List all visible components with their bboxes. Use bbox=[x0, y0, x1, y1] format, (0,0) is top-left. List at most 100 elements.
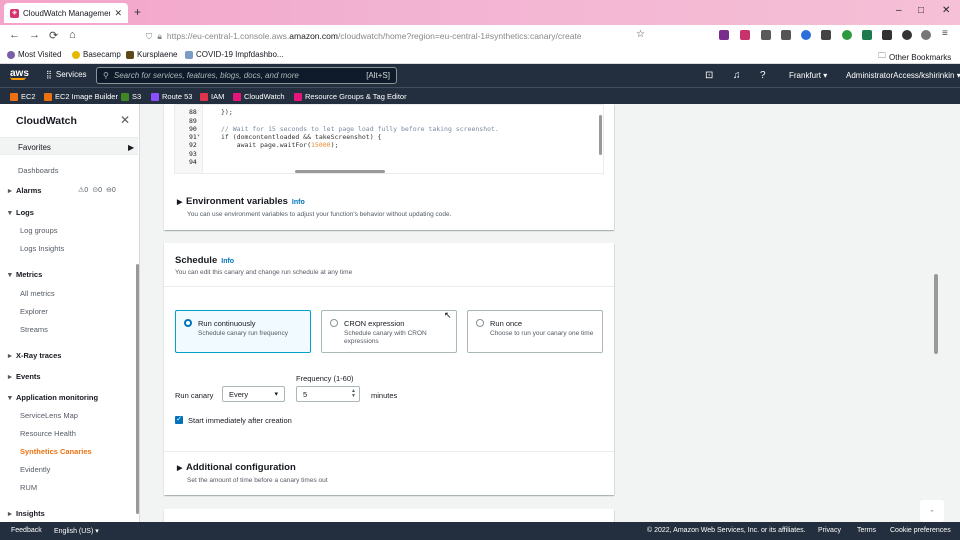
aws-search-input[interactable]: ⚲ Search for services, features, blogs, … bbox=[96, 67, 397, 84]
sidebar-item-all-metrics[interactable]: All metrics bbox=[20, 289, 55, 298]
option-run-once[interactable]: Run once Choose to run your canary one t… bbox=[467, 310, 603, 353]
reload-icon[interactable]: ⟳ bbox=[49, 29, 58, 42]
frequency-label: Frequency (1-60) bbox=[296, 374, 354, 383]
url-text: https://eu-central-1.console.aws.amazon.… bbox=[166, 31, 582, 41]
close-icon[interactable]: ✕ bbox=[120, 113, 130, 127]
close-tab-icon[interactable]: ✕ bbox=[114, 8, 122, 19]
region-selector[interactable]: Frankfurt ▾ bbox=[789, 71, 827, 80]
sidebar-item-logs-insights[interactable]: Logs Insights bbox=[20, 244, 64, 253]
sidebar-item-streams[interactable]: Streams bbox=[20, 325, 48, 334]
extension-icon[interactable] bbox=[882, 30, 892, 40]
s3-icon bbox=[121, 92, 129, 101]
extension-icon[interactable] bbox=[902, 30, 912, 40]
browser-tab[interactable]: ◈ CloudWatch Management ✕ bbox=[4, 3, 128, 23]
fav-ec2[interactable]: EC2 bbox=[10, 92, 36, 101]
bookmark-covid[interactable]: COVID-19 Impfdashbo... bbox=[185, 50, 284, 59]
bookmark-most-visited[interactable]: Most Visited bbox=[7, 50, 61, 59]
sidebar-item-evidently[interactable]: Evidently bbox=[20, 465, 50, 474]
account-menu[interactable]: AdministratorAccess/kshirinkin ▾ bbox=[846, 71, 960, 80]
page-scrollbar[interactable] bbox=[934, 104, 960, 522]
sidebar-section-events[interactable]: ▸ Events bbox=[8, 372, 41, 381]
evernote-icon[interactable] bbox=[842, 30, 852, 40]
sidebar-section-insights[interactable]: ▸ Insights bbox=[8, 509, 45, 518]
language-selector[interactable]: English (US) ▾ bbox=[54, 527, 99, 535]
aws-logo[interactable]: aws bbox=[10, 68, 29, 80]
sidebar-item-rum[interactable]: RUM bbox=[20, 483, 37, 492]
radio-unselected[interactable] bbox=[330, 319, 338, 327]
line-number: 91 bbox=[189, 133, 197, 141]
frequency-input[interactable]: 5 ▲ ▼ bbox=[296, 386, 360, 402]
bookmark-star-icon[interactable]: ☆ bbox=[636, 29, 645, 40]
pocket-icon[interactable] bbox=[740, 30, 750, 40]
extension-icon[interactable] bbox=[801, 30, 811, 40]
sidebar-section-app-monitoring[interactable]: ▾ Application monitoring bbox=[8, 393, 98, 402]
sidebar-item-log-groups[interactable]: Log groups bbox=[20, 226, 58, 235]
grid-icon: ⣿ bbox=[46, 70, 52, 79]
extension-icon[interactable] bbox=[862, 30, 872, 40]
bookmark-basecamp[interactable]: Basecamp bbox=[72, 50, 121, 59]
sidebar-item-explorer[interactable]: Explorer bbox=[20, 307, 48, 316]
minimize-icon[interactable]: – bbox=[896, 5, 902, 16]
extension-icon[interactable] bbox=[719, 30, 729, 40]
library-icon[interactable] bbox=[781, 30, 791, 40]
close-window-icon[interactable]: ✕ bbox=[942, 5, 950, 16]
menu-icon[interactable]: ≡ bbox=[942, 28, 952, 39]
sidebar-item-synthetics-canaries[interactable]: Synthetics Canaries bbox=[20, 447, 92, 456]
sidebar-item-servicelens[interactable]: ServiceLens Map bbox=[20, 411, 78, 420]
fav-resource-groups[interactable]: Resource Groups & Tag Editor bbox=[294, 92, 407, 101]
services-menu-button[interactable]: ⣿ Services bbox=[46, 70, 87, 79]
code-vertical-scrollbar[interactable] bbox=[599, 115, 602, 155]
cloudshell-icon[interactable]: ⊡ bbox=[705, 70, 713, 81]
code-horizontal-scrollbar[interactable] bbox=[295, 170, 385, 173]
sidebar-section-logs[interactable]: ▾ Logs bbox=[8, 208, 34, 217]
bell-icon[interactable]: ♫ bbox=[733, 70, 741, 81]
start-immediately-checkbox[interactable]: ✓ bbox=[175, 416, 183, 424]
sidebar-favorites[interactable]: Favorites ▶ bbox=[0, 137, 138, 155]
alarm-insufficient-icon: ⊖0 bbox=[105, 187, 116, 194]
search-shortcut: [Alt+S] bbox=[366, 71, 390, 80]
chart-icon bbox=[185, 50, 193, 59]
terms-link[interactable]: Terms bbox=[857, 527, 876, 534]
fav-route53[interactable]: Route 53 bbox=[151, 92, 192, 101]
bookmark-kursplaene[interactable]: Kursplaene bbox=[126, 50, 177, 59]
sidebar-item-dashboards[interactable]: Dashboards bbox=[18, 166, 58, 175]
download-icon[interactable] bbox=[761, 30, 771, 40]
sidebar-section-xray[interactable]: ▸ X-Ray traces bbox=[8, 351, 61, 360]
spinner-icon[interactable]: ▲ ▼ bbox=[351, 389, 356, 399]
extension-icon[interactable] bbox=[821, 30, 831, 40]
feedback-link[interactable]: Feedback bbox=[11, 527, 42, 534]
sidebar-section-metrics[interactable]: ▾ Metrics bbox=[8, 270, 42, 279]
env-variables-toggle[interactable]: ▶ Environment variables Info bbox=[177, 196, 305, 207]
url-bar[interactable]: ⛉ 🔒︎ https://eu-central-1.console.aws.am… bbox=[146, 28, 648, 44]
fav-cloudwatch[interactable]: CloudWatch bbox=[233, 92, 285, 101]
cookie-preferences-link[interactable]: Cookie preferences bbox=[890, 527, 951, 534]
schedule-info-link[interactable]: Info bbox=[221, 258, 234, 265]
radio-selected[interactable] bbox=[184, 319, 192, 327]
sidebar-scrollbar[interactable] bbox=[136, 264, 139, 514]
privacy-link[interactable]: Privacy bbox=[818, 527, 841, 534]
option-run-continuously[interactable]: Run continuously Schedule canary run fre… bbox=[175, 310, 311, 353]
env-info-link[interactable]: Info bbox=[292, 199, 305, 206]
other-bookmarks[interactable]: 🗀 Other Bookmarks bbox=[878, 50, 951, 64]
page-scrollbar-thumb[interactable] bbox=[934, 274, 938, 354]
option-cron-expression[interactable]: CRON expression Schedule canary with CRO… bbox=[321, 310, 457, 353]
code-editor[interactable]: 88 }); 89 90 // Wait for 15 seconds to l… bbox=[174, 104, 604, 174]
radio-unselected[interactable] bbox=[476, 319, 484, 327]
additional-config-toggle[interactable]: ▶ Additional configuration bbox=[177, 462, 296, 473]
feedback-widget-icon[interactable]: ▪▪ bbox=[920, 500, 944, 522]
help-icon[interactable]: ? bbox=[760, 70, 766, 81]
fav-ec2-image-builder[interactable]: EC2 Image Builder bbox=[44, 92, 118, 101]
forward-icon[interactable]: → bbox=[29, 29, 40, 41]
caret-right-icon: ▶ bbox=[177, 199, 183, 206]
fav-iam[interactable]: IAM bbox=[200, 92, 224, 101]
back-icon[interactable]: ← bbox=[9, 29, 20, 41]
new-tab-button[interactable]: + bbox=[134, 5, 141, 19]
profile-icon[interactable] bbox=[921, 30, 931, 40]
fold-icon[interactable]: ▾ bbox=[197, 133, 200, 139]
sidebar-section-alarms[interactable]: ▸ Alarms bbox=[8, 186, 41, 195]
maximize-icon[interactable]: □ bbox=[918, 5, 924, 16]
fav-s3[interactable]: S3 bbox=[121, 92, 141, 101]
sidebar-item-resource-health[interactable]: Resource Health bbox=[20, 429, 76, 438]
run-canary-select[interactable]: Every ▾ bbox=[222, 386, 285, 402]
home-icon[interactable]: ⌂ bbox=[69, 29, 76, 41]
